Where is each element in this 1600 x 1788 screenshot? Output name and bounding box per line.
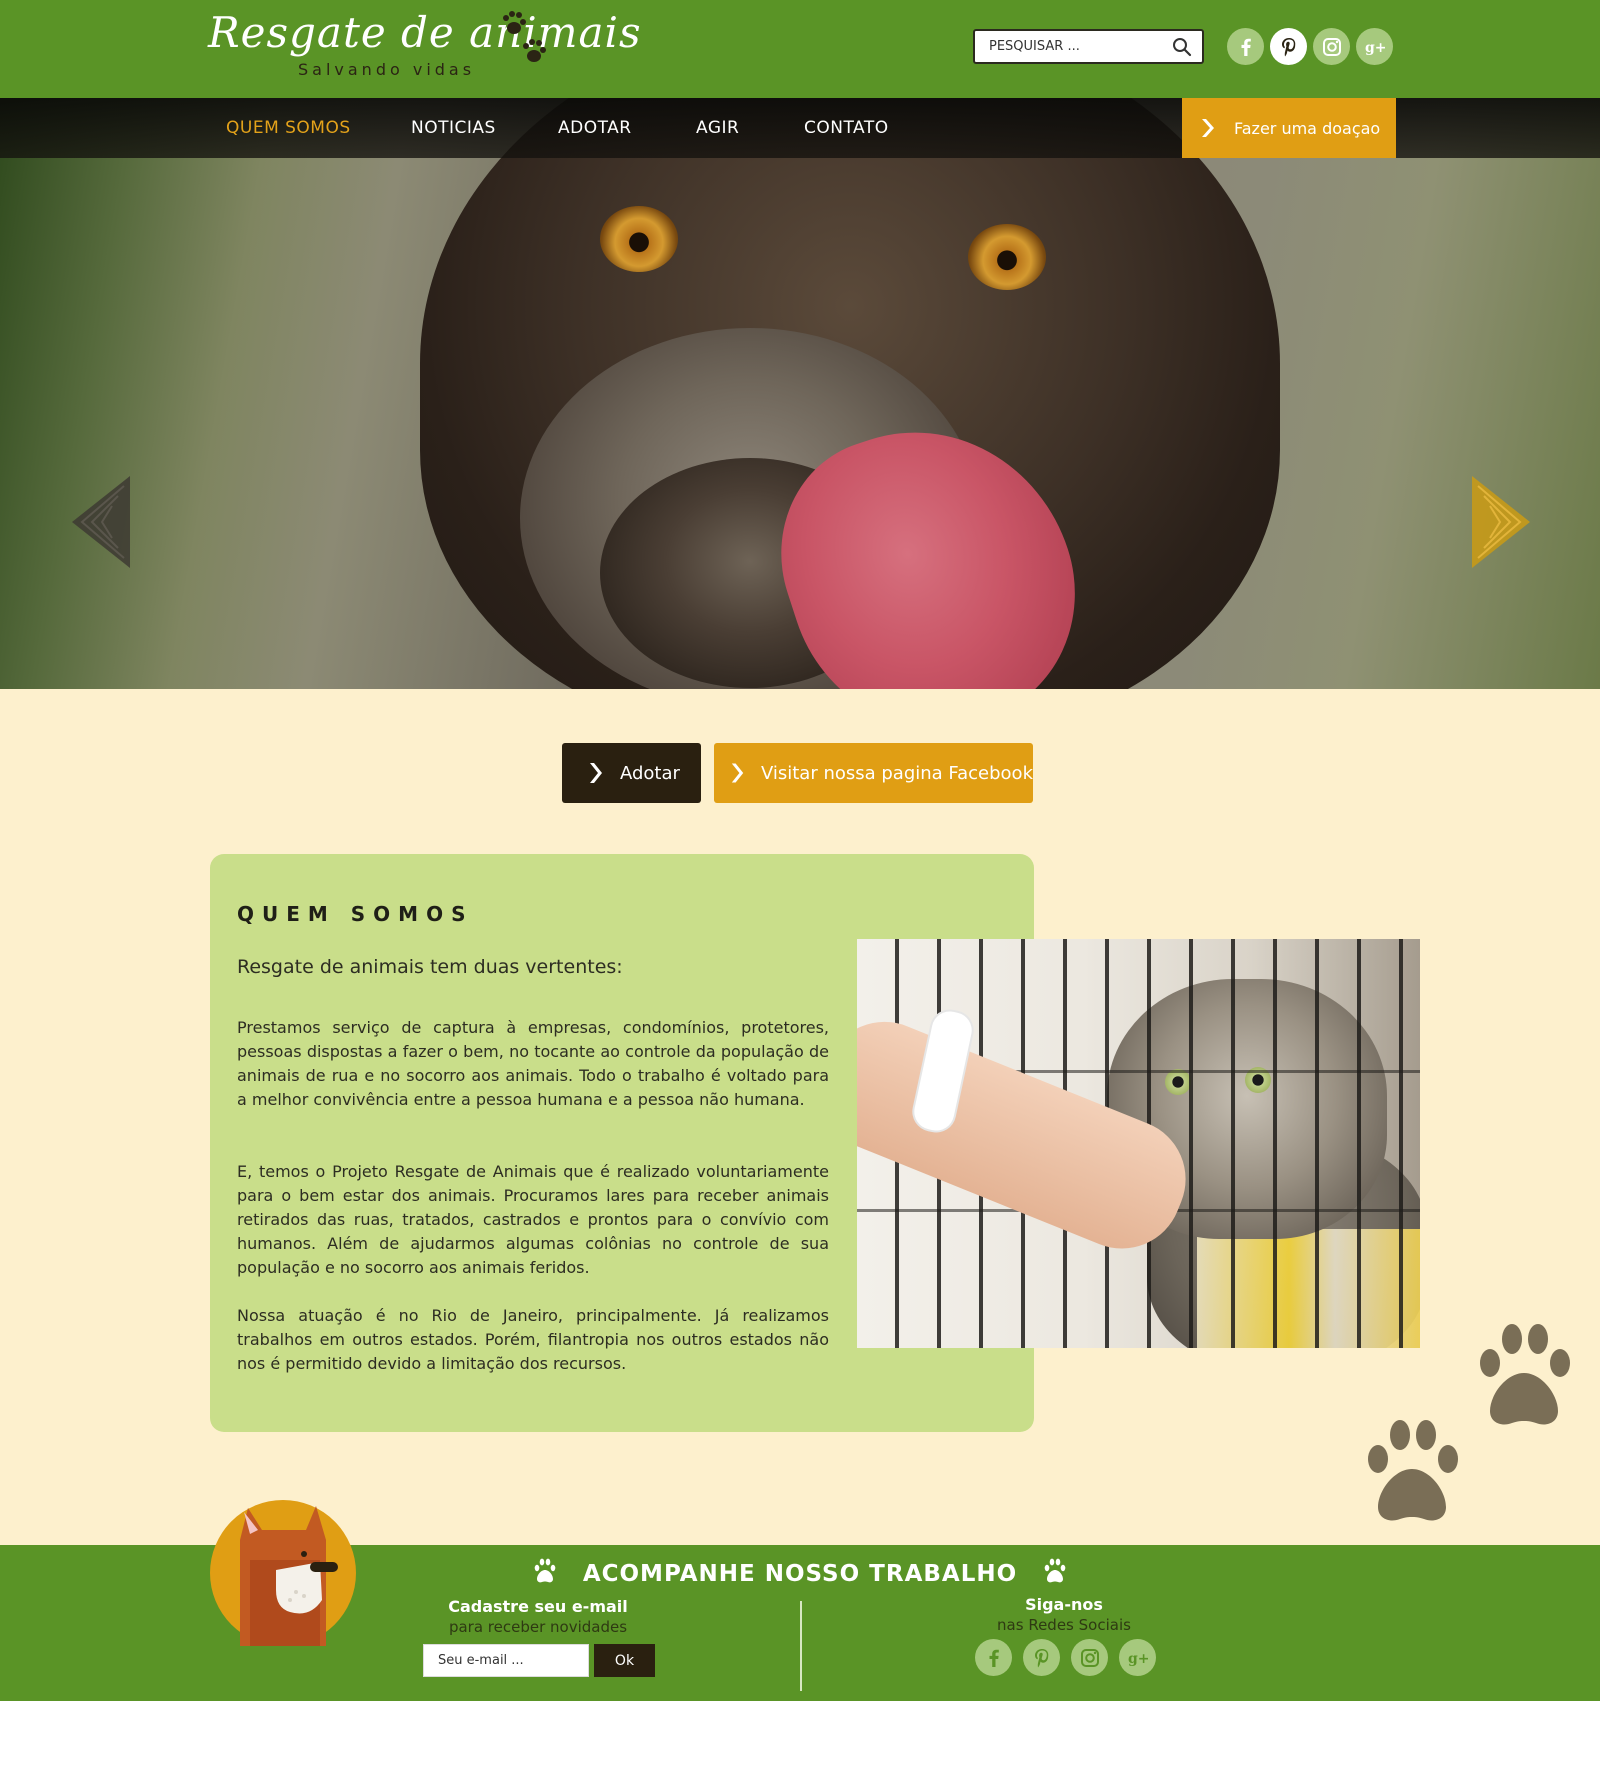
site-logo[interactable]: Resgate de animais Salvando vidas [208,8,641,86]
facebook-page-button[interactable]: Visitar nossa pagina Facebook [714,743,1033,803]
nav-contato[interactable]: CONTATO [804,118,889,138]
nav-agir[interactable]: AGIR [696,118,739,138]
newsletter-title: Cadastre seu e-mail [448,1597,628,1616]
paw-prints-icon [503,11,546,62]
donate-button[interactable]: Fazer uma doaçao [1182,98,1396,158]
paw-print-icon [1044,1558,1066,1583]
adopt-button[interactable]: Adotar [562,743,701,803]
donate-label: Fazer uma doaçao [1234,118,1381,138]
pinterest-icon[interactable] [1270,28,1307,65]
chevron-right-icon [731,763,744,783]
about-paragraph: Prestamos serviço de captura à empresas,… [237,1018,829,1109]
ok-button[interactable]: Ok [594,1644,655,1677]
logo-subtitle: Salvando vidas [298,60,476,79]
slider-prev-arrow-icon[interactable] [72,476,132,568]
facebook-icon[interactable] [975,1639,1012,1676]
paw-print-icon [534,1558,556,1583]
adopt-label: Adotar [620,762,680,784]
paw-print-icon [1480,1324,1570,1425]
nav-noticias[interactable]: NOTICIAS [411,118,496,138]
facebook-icon[interactable] [1227,28,1264,65]
search-input[interactable] [975,31,1165,62]
newsletter-subtitle: para receber novidades [448,1618,628,1636]
fox-mascot-icon [210,1500,356,1646]
nav-quem-somos[interactable]: QUEM SOMOS [226,118,351,138]
main-content: Adotar Visitar nossa pagina Facebook QUE… [0,689,1600,1545]
pinterest-icon[interactable] [1023,1639,1060,1676]
instagram-icon[interactable] [1313,28,1350,65]
follow-title: Siga-nos [1025,1595,1103,1614]
page-bottom-space [0,1701,1600,1788]
facebook-page-label: Visitar nossa pagina Facebook [760,762,1033,784]
hero-slider [0,98,1600,689]
nav-adotar[interactable]: ADOTAR [558,118,632,138]
site-header: Resgate de animais Salvando vidas PESQUI… [0,0,1600,98]
footer-title: ACOMPANHE NOSSO TRABALHO [582,1561,1018,1587]
about-paragraph: E, temos o Projeto Resgate de Animais qu… [237,1162,829,1277]
follow-subtitle: nas Redes Sociais [997,1616,1131,1634]
search-icon[interactable] [1172,37,1192,57]
cat-photo [857,939,1420,1348]
chevron-right-icon [1202,119,1214,137]
instagram-icon[interactable] [1071,1639,1108,1676]
about-paragraph: Nossa atuação é no Rio de Janeiro, princ… [237,1306,829,1373]
about-lead: Resgate de animais tem duas vertentes: [237,956,623,978]
google-plus-icon[interactable]: g+ [1119,1639,1156,1676]
email-field[interactable] [423,1644,589,1677]
search-box [973,29,1204,64]
google-plus-icon[interactable]: g+ [1356,28,1393,65]
footer-divider [800,1601,802,1691]
slider-next-arrow-icon[interactable] [1470,476,1530,568]
about-title: QUEM SOMOS [237,902,474,926]
paw-print-icon [1368,1420,1458,1521]
svg-text:g+: g+ [1128,1651,1149,1667]
logo-title: Resgate de animais [208,8,642,57]
svg-text:g+: g+ [1365,40,1386,56]
chevron-right-icon [590,763,602,783]
